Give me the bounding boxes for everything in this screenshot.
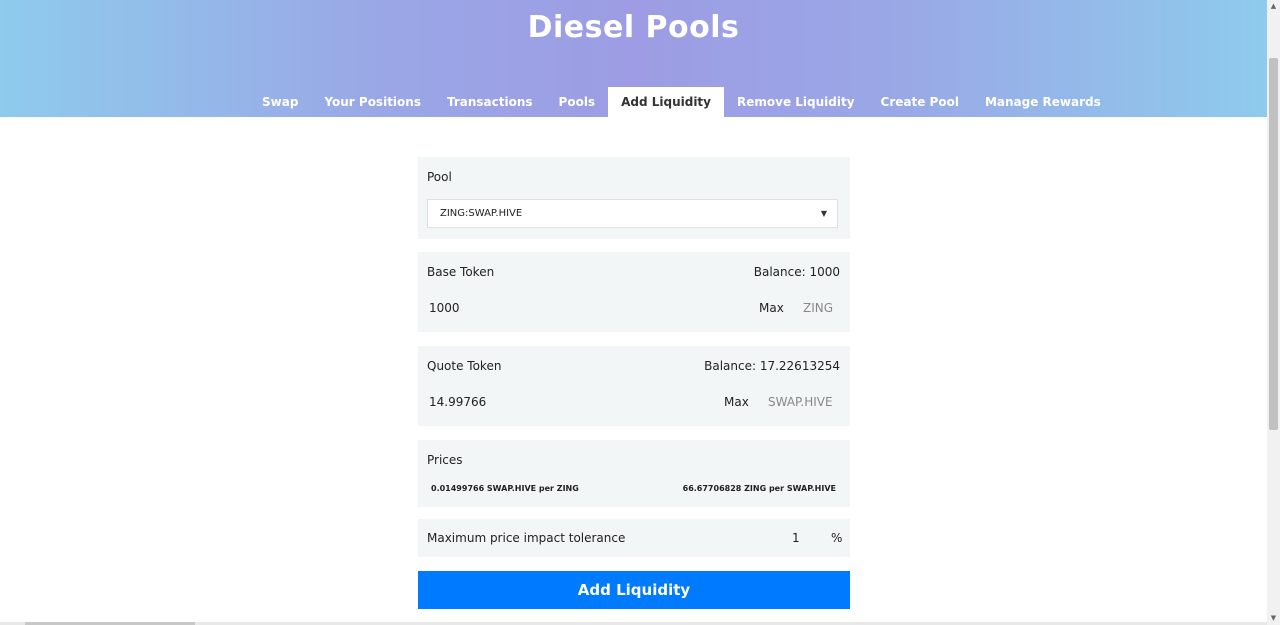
quote-token-card: Quote Token Balance: 17.22613254 14.9976… xyxy=(418,346,850,426)
quote-token-balance: Balance: 17.22613254 xyxy=(704,359,840,373)
nav-tabs: Swap Your Positions Transactions Pools A… xyxy=(249,87,1114,117)
scroll-up-icon[interactable]: ▲ xyxy=(1267,0,1280,13)
base-token-amount-input[interactable]: 1000 xyxy=(429,301,460,315)
prices-label: Prices xyxy=(427,453,463,467)
caret-down-icon: ▼ xyxy=(820,209,827,218)
base-token-card: Base Token Balance: 1000 1000 Max ZING xyxy=(418,252,850,332)
quote-token-symbol: SWAP.HIVE xyxy=(768,395,833,409)
tab-pools[interactable]: Pools xyxy=(546,87,609,117)
page-title: Diesel Pools xyxy=(527,10,740,45)
base-token-label: Base Token xyxy=(427,265,495,279)
prices-card: Prices 0.01499766 SWAP.HIVE per ZING 66.… xyxy=(418,440,850,507)
price-quote-per-base: 0.01499766 SWAP.HIVE per ZING xyxy=(431,484,579,493)
vertical-scrollbar[interactable]: ▲ ▼ xyxy=(1267,0,1280,625)
pool-label: Pool xyxy=(427,170,452,184)
scrollbar-thumb[interactable] xyxy=(1269,58,1278,430)
quote-token-label: Quote Token xyxy=(427,359,502,373)
percent-unit: % xyxy=(831,531,843,545)
tab-add-liquidity[interactable]: Add Liquidity xyxy=(608,87,724,117)
impact-tolerance-card: Maximum price impact tolerance 1 % xyxy=(418,519,850,557)
pool-select-value: ZING:SWAP.HIVE xyxy=(440,208,523,219)
quote-token-max-button[interactable]: Max xyxy=(724,395,749,409)
impact-tolerance-label: Maximum price impact tolerance xyxy=(427,531,626,545)
tab-your-positions[interactable]: Your Positions xyxy=(311,87,434,117)
base-token-max-button[interactable]: Max xyxy=(759,301,784,315)
base-token-symbol: ZING xyxy=(803,301,834,315)
pool-select[interactable]: ZING:SWAP.HIVE ▼ xyxy=(427,199,838,228)
impact-tolerance-input[interactable]: 1 xyxy=(792,531,800,545)
base-token-balance: Balance: 1000 xyxy=(753,265,840,279)
add-liquidity-button[interactable]: Add Liquidity xyxy=(418,571,850,609)
tab-create-pool[interactable]: Create Pool xyxy=(868,87,972,117)
tab-remove-liquidity[interactable]: Remove Liquidity xyxy=(724,87,868,117)
tab-manage-rewards[interactable]: Manage Rewards xyxy=(972,87,1114,117)
price-base-per-quote: 66.67706828 ZING per SWAP.HIVE xyxy=(682,484,836,493)
pool-card: Pool ZING:SWAP.HIVE ▼ xyxy=(418,157,850,239)
scroll-down-icon[interactable]: ▼ xyxy=(1267,612,1280,625)
header-banner: Diesel Pools Swap Your Positions Transac… xyxy=(0,0,1267,117)
tab-transactions[interactable]: Transactions xyxy=(434,87,546,117)
tab-swap[interactable]: Swap xyxy=(249,87,311,117)
quote-token-amount-input[interactable]: 14.99766 xyxy=(429,395,486,409)
